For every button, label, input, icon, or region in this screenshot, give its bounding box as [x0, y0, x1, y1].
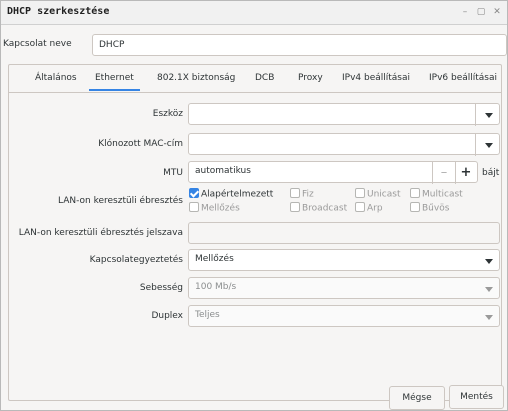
- wol-ignore-checkbox[interactable]: Mellőzés: [189, 202, 240, 214]
- cloned-mac-label: Klónozott MAC-cím: [98, 139, 183, 149]
- duplex-dropdown[interactable]: Teljes: [188, 305, 500, 327]
- mtu-value: automatikus: [195, 166, 251, 176]
- wol-default-label: Alapértelmezett: [201, 189, 274, 200]
- cancel-button[interactable]: Mégse: [389, 386, 445, 410]
- wol-unicast-label: Unicast: [367, 189, 401, 200]
- chevron-down-icon[interactable]: [485, 287, 493, 292]
- connection-name-label: Kapcsolat neve: [3, 39, 72, 49]
- wol-multicast-checkbox[interactable]: Multicast: [410, 188, 463, 200]
- device-label: Eszköz: [152, 109, 183, 119]
- mtu-decrement-button[interactable]: –: [435, 164, 453, 182]
- tab-8021x-security[interactable]: 802.1X biztonság: [157, 73, 235, 83]
- wol-label: LAN-on keresztüli ébresztés: [57, 196, 183, 206]
- checkbox-icon[interactable]: [355, 202, 365, 212]
- stepper-separator: [455, 162, 456, 184]
- wol-ignore-label: Mellőzés: [201, 203, 240, 214]
- wol-broadcast-checkbox[interactable]: Broadcast: [290, 202, 348, 214]
- wol-magic-checkbox[interactable]: Bűvös: [410, 202, 450, 214]
- cloned-mac-combo[interactable]: [188, 133, 500, 156]
- save-button[interactable]: Mentés: [449, 385, 504, 409]
- speed-label: Sebesség: [139, 283, 183, 293]
- wol-magic-label: Bűvös: [422, 203, 450, 214]
- device-combo[interactable]: [188, 103, 500, 126]
- checkbox-icon[interactable]: [189, 202, 199, 212]
- tab-ethernet[interactable]: Ethernet: [89, 73, 140, 91]
- minimize-icon[interactable]: –: [459, 6, 471, 18]
- chevron-down-icon[interactable]: [485, 143, 493, 148]
- wol-password-input[interactable]: [188, 222, 500, 244]
- window-title: DHCP szerkesztése: [7, 6, 110, 17]
- mtu-increment-button[interactable]: +: [457, 164, 475, 182]
- dialog-window: DHCP szerkesztése – ▢ ✕ Kapcsolat neve D…: [0, 0, 508, 411]
- speed-value: 100 Mb/s: [195, 282, 237, 292]
- mtu-spinbutton[interactable]: automatikus – +: [188, 161, 478, 184]
- combo-separator: [475, 134, 476, 156]
- connection-name-row: Kapcsolat neve DHCP: [1, 34, 507, 56]
- wol-unicast-checkbox[interactable]: Unicast: [355, 188, 401, 200]
- wol-default-checkbox[interactable]: Alapértelmezett: [189, 188, 274, 200]
- chevron-down-icon[interactable]: [485, 113, 493, 118]
- mtu-unit: bájt: [482, 168, 500, 178]
- mtu-label: MTU: [163, 168, 183, 178]
- negotiation-dropdown[interactable]: Mellőzés: [188, 249, 500, 271]
- negotiation-value: Mellőzés: [195, 254, 234, 264]
- tab-dcb[interactable]: DCB: [255, 73, 274, 83]
- wol-password-label: LAN-on keresztüli ébresztés jelszava: [18, 228, 183, 238]
- maximize-icon[interactable]: ▢: [475, 6, 487, 18]
- duplex-value: Teljes: [195, 310, 220, 320]
- title-bar[interactable]: DHCP szerkesztése – ▢ ✕: [1, 1, 507, 25]
- checkbox-checked-icon[interactable]: [189, 188, 199, 198]
- wol-arp-checkbox[interactable]: Arp: [355, 202, 383, 214]
- checkbox-icon[interactable]: [290, 188, 300, 198]
- negotiation-label: Kapcsolategyeztetés: [89, 255, 183, 265]
- tab-general[interactable]: Általános: [35, 73, 77, 83]
- connection-name-input[interactable]: DHCP: [92, 34, 507, 56]
- combo-separator: [475, 104, 476, 126]
- duplex-label: Duplex: [151, 311, 183, 321]
- chevron-down-icon[interactable]: [485, 259, 493, 264]
- close-icon[interactable]: ✕: [491, 6, 503, 18]
- tab-bar: Általános Ethernet 802.1X biztonság DCB …: [9, 65, 501, 93]
- wol-broadcast-label: Broadcast: [302, 203, 348, 214]
- checkbox-icon[interactable]: [290, 202, 300, 212]
- wol-phy-label: Fiz: [302, 189, 314, 200]
- tab-ipv6-settings[interactable]: IPv6 beállításai: [429, 73, 497, 83]
- checkbox-icon[interactable]: [410, 188, 420, 198]
- wol-phy-checkbox[interactable]: Fiz: [290, 188, 314, 200]
- chevron-down-icon[interactable]: [485, 315, 493, 320]
- wol-arp-label: Arp: [367, 203, 383, 214]
- speed-dropdown[interactable]: 100 Mb/s: [188, 277, 500, 299]
- checkbox-icon[interactable]: [410, 202, 420, 212]
- checkbox-icon[interactable]: [355, 188, 365, 198]
- settings-panel: Általános Ethernet 802.1X biztonság DCB …: [8, 64, 502, 401]
- stepper-separator: [432, 162, 433, 184]
- tab-ipv4-settings[interactable]: IPv4 beállításai: [342, 73, 410, 83]
- wol-multicast-label: Multicast: [422, 189, 463, 200]
- tab-proxy[interactable]: Proxy: [298, 73, 323, 83]
